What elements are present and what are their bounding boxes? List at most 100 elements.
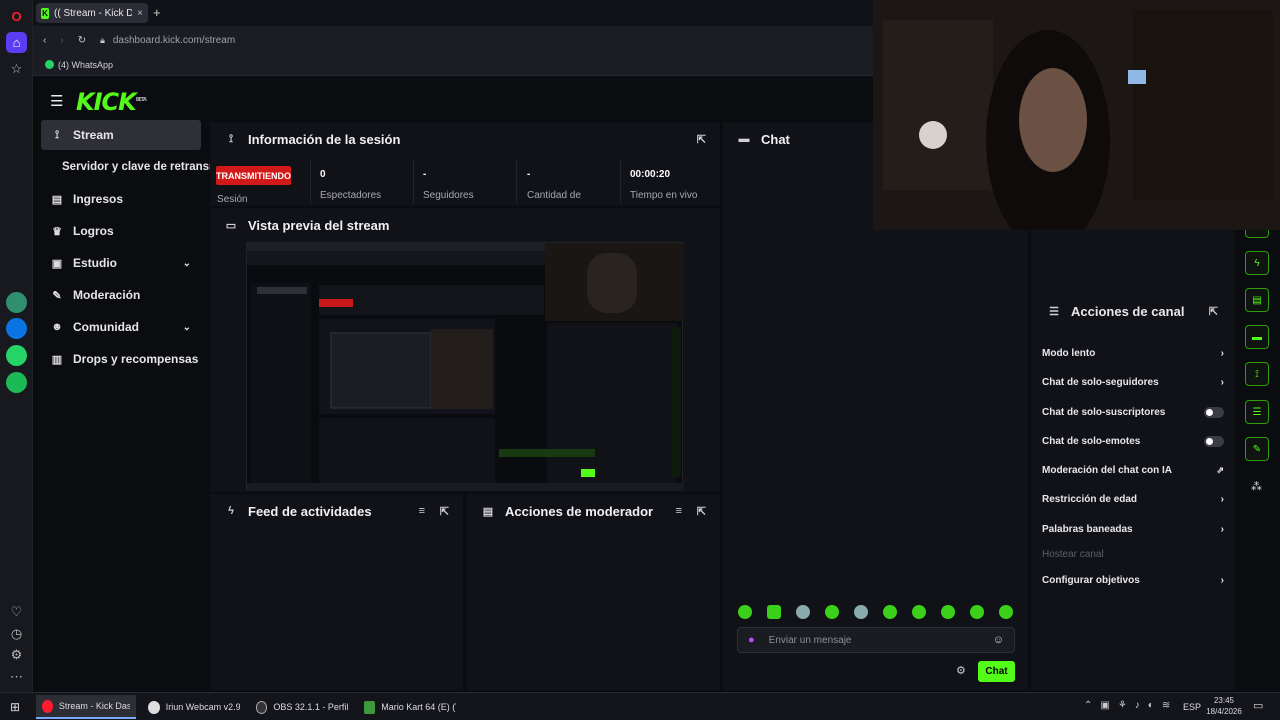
emote-icon[interactable]: [883, 605, 897, 619]
popout-icon[interactable]: ⇱: [440, 505, 449, 518]
action-palabras-baneadas[interactable]: Palabras baneadas ›: [1042, 521, 1224, 537]
action-solo-seguidores[interactable]: Chat de solo-seguidores ›: [1042, 374, 1224, 390]
app-icon[interactable]: [6, 292, 27, 313]
chat-settings-icon[interactable]: ⚙: [956, 664, 966, 677]
new-tab-icon[interactable]: +: [153, 5, 161, 20]
document-icon[interactable]: ▤: [1245, 288, 1269, 312]
sidebar-item-moderacion[interactable]: ✎ Moderación: [41, 280, 201, 310]
sidebar-item-server-key[interactable]: Servidor y clave de retransn: [52, 152, 212, 182]
broadcast-icon[interactable]: ⟟: [1245, 362, 1269, 386]
preview-panel-header: ▭ Vista previa del stream: [210, 208, 720, 242]
sliders-icon[interactable]: ☰: [1245, 400, 1269, 424]
spotify-icon[interactable]: [6, 372, 27, 393]
broadcast-icon: ⟟: [228, 132, 234, 145]
feed-panel-header: ϟ Feed de actividades ≡ ⇱: [210, 494, 463, 528]
heart-icon[interactable]: ♡: [6, 601, 27, 622]
taskbar-item-label: Iriun Webcam v2.9.4: [165, 702, 240, 712]
chevron-down-icon: ⌄: [182, 321, 191, 333]
bolt-icon[interactable]: ϟ: [1245, 251, 1269, 275]
sidebar-item-comunidad[interactable]: ☻ Comunidad ⌄: [41, 312, 201, 342]
sidebar-item-stream[interactable]: ⟟ Stream: [41, 120, 201, 150]
emote-icon[interactable]: [941, 605, 955, 619]
popout-icon[interactable]: ⇱: [697, 133, 706, 146]
url-field[interactable]: dashboard.kick.com/stream: [113, 35, 235, 46]
chat-input[interactable]: ● Enviar un mensaje ☺: [737, 627, 1015, 653]
wrench-icon[interactable]: ✎: [1245, 437, 1269, 461]
logo-text: KICK: [76, 88, 137, 116]
notifications-icon[interactable]: ▭: [1253, 699, 1263, 712]
trophy-icon: ♛: [52, 225, 62, 238]
chat-send-button[interactable]: Chat: [978, 661, 1015, 682]
tray-icons[interactable]: ⌃▣⚘♪◐≋: [1084, 700, 1178, 711]
taskbar-item-obs[interactable]: OBS 32.1.1 - Perfil: ...: [250, 695, 354, 719]
star-icon[interactable]: ☆: [6, 58, 27, 79]
taskbar-item-mario-kart[interactable]: Mario Kart 64 (E) (V...: [358, 695, 462, 719]
taskbar-item-iriun[interactable]: Iriun Webcam v2.9.4: [142, 695, 246, 719]
chat-bubble-icon[interactable]: ▬: [1245, 325, 1269, 349]
filter-icon[interactable]: ≡: [419, 505, 425, 517]
toggle-switch[interactable]: [1204, 406, 1224, 418]
bookmark-whatsapp[interactable]: (4) WhatsApp: [45, 60, 113, 70]
taskbar-item-opera[interactable]: Stream - Kick Dash...: [36, 695, 136, 719]
forward-icon[interactable]: ›: [60, 35, 63, 46]
panel-title: Vista previa del stream: [248, 217, 390, 233]
emote-icon[interactable]: [999, 605, 1013, 619]
chart-icon: ▥: [51, 353, 63, 366]
toggle-switch[interactable]: [1204, 435, 1224, 447]
sidebar-item-logros[interactable]: ♛ Logros: [41, 216, 201, 246]
emoji-icon[interactable]: ☺: [993, 634, 1004, 646]
menu-icon[interactable]: ☰: [50, 92, 63, 110]
chevron-right-icon: ›: [1220, 376, 1224, 388]
share-icon[interactable]: ⁂: [1251, 480, 1262, 493]
popout-icon[interactable]: ⇱: [1209, 305, 1218, 318]
emote-icon[interactable]: [854, 605, 868, 619]
history-icon[interactable]: ◷: [6, 623, 27, 644]
whatsapp-icon[interactable]: [6, 345, 27, 366]
home-icon[interactable]: ⌂: [6, 32, 27, 53]
stat-value: -: [527, 169, 531, 180]
action-moderacion-ia[interactable]: Moderación del chat con IA ⇗: [1042, 462, 1224, 478]
emote-icon[interactable]: [825, 605, 839, 619]
stream-preview-video[interactable]: [246, 242, 684, 491]
panel-title: Chat: [761, 131, 790, 147]
emote-icon[interactable]: [767, 605, 781, 619]
moderator-actions-panel: ▤ Acciones de moderador ≡ ⇱: [467, 494, 720, 690]
mic-icon[interactable]: ●: [748, 634, 755, 646]
kick-favicon-icon: K: [41, 7, 50, 19]
action-solo-emotes[interactable]: Chat de solo-emotes: [1042, 433, 1224, 449]
action-label: Moderación del chat con IA: [1042, 464, 1173, 476]
taskbar-item-label: OBS 32.1.1 - Perfil: ...: [273, 702, 348, 712]
sidebar-item-ingresos[interactable]: ▤ Ingresos: [41, 184, 201, 214]
emote-icon[interactable]: [796, 605, 810, 619]
sidebar-item-estudio[interactable]: ▣ Estudio ⌄: [41, 248, 201, 278]
stat-viewers: 0 Espectadores: [320, 169, 381, 201]
action-modo-lento[interactable]: Modo lento ›: [1042, 345, 1224, 361]
sidebar-item-drops[interactable]: ▥ Drops y recompensas: [41, 344, 201, 374]
more-icon[interactable]: ⋯: [6, 666, 27, 687]
settings-icon[interactable]: ⚙: [6, 644, 27, 665]
language-indicator[interactable]: ESP: [1183, 702, 1201, 712]
tab-active[interactable]: K (( Stream - Kick Dashbo ×: [36, 3, 148, 23]
emote-icon[interactable]: [912, 605, 926, 619]
windows-start-icon[interactable]: ⊞: [4, 695, 26, 719]
action-label: Configurar objetivos: [1042, 574, 1140, 586]
back-icon[interactable]: ‹: [43, 35, 46, 46]
chevron-right-icon: ›: [1220, 574, 1224, 586]
messenger-icon[interactable]: [6, 318, 27, 339]
close-tab-icon[interactable]: ×: [137, 8, 143, 19]
emote-icon[interactable]: [970, 605, 984, 619]
action-configurar-objetivos[interactable]: Configurar objetivos ›: [1042, 572, 1224, 588]
opera-logo-icon[interactable]: O: [6, 6, 27, 27]
bolt-icon: ϟ: [228, 505, 234, 517]
reload-icon[interactable]: ↻: [78, 35, 86, 46]
filter-icon[interactable]: ≡: [676, 505, 682, 517]
clock[interactable]: 23:45 18/4/2026: [1206, 695, 1242, 717]
panel-title: Feed de actividades: [248, 503, 372, 519]
kick-logo[interactable]: KICKBETA: [76, 88, 147, 116]
action-solo-suscriptores[interactable]: Chat de solo-suscriptores: [1042, 404, 1224, 420]
popout-icon[interactable]: ⇱: [697, 505, 706, 518]
chevron-right-icon: ›: [1220, 347, 1224, 359]
action-label: Chat de solo-seguidores: [1042, 376, 1159, 388]
emote-icon[interactable]: [738, 605, 752, 619]
action-restriccion-edad[interactable]: Restricción de edad ›: [1042, 491, 1224, 507]
